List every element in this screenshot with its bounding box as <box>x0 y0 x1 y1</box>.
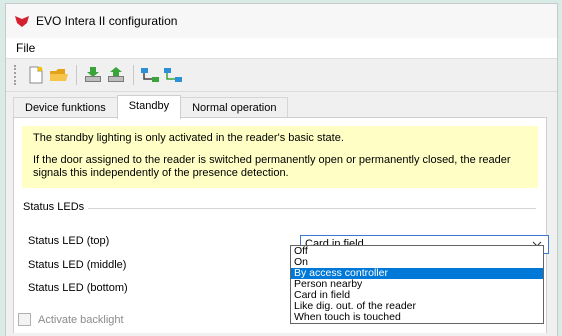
status-led-top-label: Status LED (top) <box>28 235 110 247</box>
status-led-dropdown-list: Off On By access controller Person nearby Ca… <box>290 245 544 324</box>
network-transfer-icon[interactable] <box>162 64 184 86</box>
info-box: The standby lighting is only activated i… <box>22 126 538 188</box>
download-icon[interactable] <box>82 64 104 86</box>
info-text-1: The standby lighting is only activated i… <box>33 132 344 144</box>
tab-normal-operation[interactable]: Normal operation <box>180 97 289 118</box>
tab-bar: Device funktions Standby Normal operatio… <box>13 95 289 119</box>
status-led-bottom-label: Status LED (bottom) <box>28 282 128 294</box>
dropdown-option[interactable]: Off <box>291 246 543 257</box>
menu-bar: File <box>6 38 557 59</box>
tab-standby[interactable]: Standby <box>116 95 182 119</box>
toolbar-separator <box>133 65 134 85</box>
menu-file[interactable]: File <box>12 41 39 55</box>
status-led-middle-label: Status LED (middle) <box>28 259 127 271</box>
window-title: EVO Intera II configuration <box>36 14 178 28</box>
info-text-2: If the door assigned to the reader is sw… <box>33 154 511 179</box>
network-connect-icon[interactable] <box>139 64 161 86</box>
activate-backlight-label: Activate backlight <box>38 313 124 326</box>
status-leds-title: Status LEDs <box>23 201 89 213</box>
dropdown-option[interactable]: When touch is touched <box>291 312 543 323</box>
toolbar-grip[interactable] <box>14 65 19 85</box>
backlight-row: Activate backlight <box>18 313 124 326</box>
toolbar <box>6 59 557 92</box>
open-folder-icon[interactable] <box>48 64 70 86</box>
title-bar: EVO Intera II configuration <box>6 4 557 38</box>
app-logo-icon <box>15 16 29 27</box>
upload-icon[interactable] <box>105 64 127 86</box>
toolbar-separator <box>76 65 77 85</box>
new-file-icon[interactable] <box>25 64 47 86</box>
activate-backlight-checkbox[interactable] <box>18 313 31 326</box>
tab-device-functions[interactable]: Device funktions <box>13 97 118 118</box>
